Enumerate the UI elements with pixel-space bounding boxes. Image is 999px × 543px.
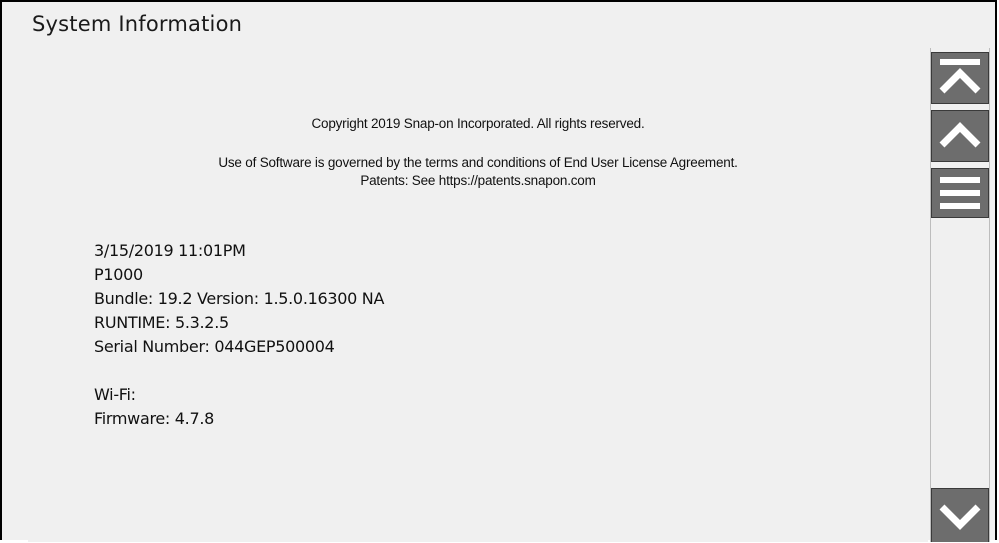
scroll-thumb-icon [940,177,980,209]
bundle-version-text: Bundle: 19.2 Version: 1.5.0.16300 NA [94,289,385,308]
scroll-down-icon [939,504,981,530]
scrollbar[interactable] [930,48,990,542]
page-title: System Information [32,12,243,36]
copyright-text: Copyright 2019 Snap-on Incorporated. All… [311,116,645,131]
runtime-text: RUNTIME: 5.3.2.5 [94,313,229,332]
model-text: P1000 [94,265,143,284]
scroll-up-icon [939,122,981,148]
wifi-text: Wi-Fi: [94,385,136,404]
scroll-thumb[interactable] [931,168,989,218]
scroll-to-top-icon [939,59,981,94]
license-text: Use of Software is governed by the terms… [218,155,738,170]
system-information-window: System Information Copyright 2019 Snap-o… [0,0,997,542]
datetime-text: 3/15/2019 11:01PM [94,241,246,260]
scroll-up-button[interactable] [931,110,989,162]
firmware-text: Firmware: 4.7.8 [94,409,215,428]
system-details: 3/15/2019 11:01PM P1000 Bundle: 19.2 Ver… [94,239,384,431]
scroll-down-button[interactable] [931,488,989,542]
serial-number-text: Serial Number: 044GEP500004 [94,337,335,356]
patents-text: Patents: See https://patents.snapon.com [360,173,596,188]
scroll-to-top-button[interactable] [931,52,989,104]
